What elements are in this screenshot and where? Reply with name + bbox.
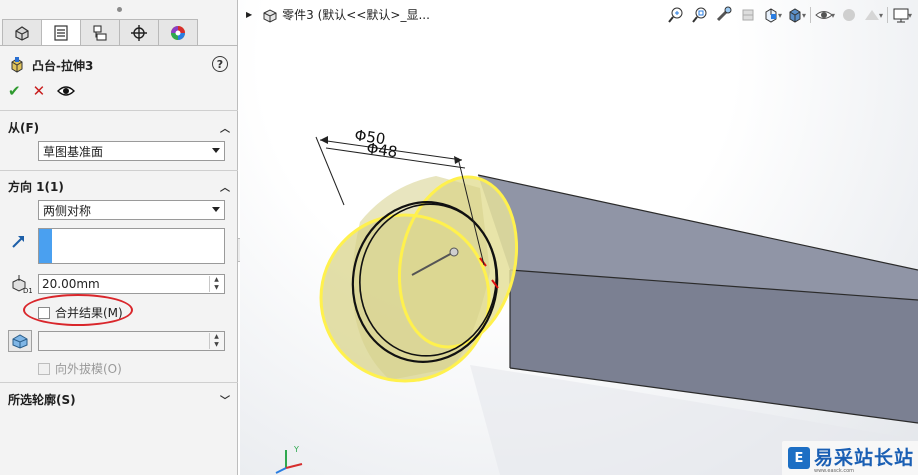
end-condition-select[interactable]: 两侧对称: [38, 200, 225, 220]
breadcrumb[interactable]: ▶ 零件3 (默认<<默认>_显...: [246, 6, 430, 23]
zoom-to-fit-icon: [668, 7, 683, 23]
draft-outward-checkbox: 向外拔模(O): [38, 360, 122, 377]
direction1-section-header[interactable]: 方向 1(1) ︿: [8, 177, 230, 195]
draft-outward-check-box: [38, 362, 50, 375]
dropdown-arrow-icon: [212, 207, 220, 212]
site-watermark: E 易采站长站 www.easck.com: [782, 441, 918, 475]
draft-angle-spinner: ▲ ▼: [209, 333, 223, 349]
from-section-title: 从(F): [8, 120, 40, 135]
ok-button[interactable]: ✔: [8, 82, 21, 100]
depth-spinner[interactable]: ▲ ▼: [209, 276, 223, 292]
configuration-manager-icon: [93, 24, 107, 41]
panel-grip[interactable]: [0, 0, 238, 18]
end-condition-value: 两侧对称: [43, 203, 92, 218]
selected-contours-title: 所选轮廓(S): [8, 392, 76, 407]
spin-up-icon[interactable]: ▲: [210, 276, 223, 284]
svg-text:Y: Y: [293, 445, 299, 454]
boss-extrude-icon: [11, 57, 23, 73]
chevron-up-icon: ︿: [220, 182, 230, 194]
help-button[interactable]: ?: [212, 56, 228, 72]
spin-down-icon[interactable]: ▼: [210, 284, 223, 292]
section-divider: [0, 382, 238, 383]
tab-dimxpert-manager[interactable]: [119, 19, 159, 45]
apply-scene-button[interactable]: ▾: [863, 5, 883, 25]
display-manager-icon: [171, 25, 185, 40]
tab-configuration-manager[interactable]: [80, 19, 120, 45]
selected-contours-section-header[interactable]: 所选轮廓(S) ﹀: [8, 390, 230, 408]
active-selection-indicator: [39, 229, 52, 263]
watermark-text: 易采站长站: [814, 447, 915, 469]
section-view-icon: [742, 9, 754, 21]
manager-tabs: [0, 19, 238, 46]
chevron-up-icon: ︿: [220, 123, 230, 135]
extrude-preview[interactable]: [319, 166, 532, 383]
toolbar-separator: [887, 7, 888, 23]
chevron-down-icon: ﹀: [220, 395, 230, 407]
heads-up-view-toolbar: ▾ ▾ ▾ ▾ ▾: [666, 4, 912, 26]
dropdown-caret-icon[interactable]: ▾: [802, 11, 806, 20]
detailed-preview-icon[interactable]: [57, 85, 76, 97]
highlight-annotation-ellipse: [23, 294, 133, 326]
part-icon: [263, 8, 277, 23]
dropdown-caret-icon[interactable]: ▾: [778, 11, 782, 20]
dropdown-caret-icon[interactable]: ▾: [831, 11, 835, 20]
start-condition-select[interactable]: 草图基准面: [38, 141, 225, 161]
watermark-logo: E: [788, 447, 810, 469]
expand-tree-icon[interactable]: ▶: [246, 10, 252, 19]
draft-outward-label: 向外拔模(O): [55, 362, 122, 376]
help-icon: ?: [216, 57, 224, 71]
spin-down-icon: ▼: [214, 341, 219, 348]
draft-angle-input: ▲ ▼: [38, 331, 225, 351]
zoom-to-fit-button[interactable]: [666, 5, 686, 25]
edit-appearance-button[interactable]: [839, 5, 859, 25]
section-divider: [0, 170, 238, 171]
dimxpert-manager-icon: [131, 24, 147, 41]
feature-title-row: 凸台-拉伸3 ?: [8, 54, 230, 76]
previous-view-icon: [716, 6, 732, 22]
model-scene[interactable]: Φ50 Φ48: [240, 0, 918, 475]
graphics-area[interactable]: Φ50 Φ48 ▶ 零件3 (默认<<默认>_显... ▾ ▾ ▾ ▾ ▾ Y …: [240, 0, 918, 475]
depth-value: 20.00mm: [42, 277, 100, 291]
draft-icon: [12, 334, 28, 349]
edit-appearance-icon: [843, 9, 855, 21]
tab-display-manager[interactable]: [158, 19, 198, 45]
watermark-url: www.easck.com: [814, 468, 855, 474]
toolbar-separator: [810, 7, 811, 23]
reverse-direction-arrow-icon[interactable]: [10, 232, 28, 250]
display-style-button[interactable]: ▾: [786, 5, 806, 25]
view-settings-button[interactable]: ▾: [892, 5, 912, 25]
dropdown-arrow-icon: [212, 148, 220, 153]
breadcrumb-part-name: 零件3 (默认<<默认>_显...: [282, 8, 430, 22]
dropdown-caret-icon[interactable]: ▾: [879, 11, 883, 20]
svg-text:D1: D1: [23, 287, 32, 294]
previous-view-button[interactable]: [714, 5, 734, 25]
tab-property-manager[interactable]: [41, 19, 81, 45]
action-buttons: ✔ ✕: [8, 82, 76, 100]
zoom-to-area-icon: [692, 7, 707, 23]
section-divider: [0, 110, 238, 111]
depth-dimension-icon: D1: [12, 275, 32, 294]
depth-input[interactable]: 20.00mm ▲ ▼: [38, 274, 225, 294]
direction1-section-title: 方向 1(1): [8, 179, 64, 194]
direction-reference-selection-box[interactable]: [38, 228, 225, 264]
cancel-button[interactable]: ✕: [33, 82, 46, 100]
dropdown-caret-icon[interactable]: ▾: [908, 11, 912, 20]
zoom-to-area-button[interactable]: [690, 5, 710, 25]
feature-manager-icon: [15, 25, 29, 41]
section-view-button[interactable]: [738, 5, 758, 25]
spin-up-icon: ▲: [214, 333, 219, 340]
property-manager-icon: [54, 24, 68, 41]
draft-on-off-button[interactable]: [8, 330, 32, 352]
view-orientation-button[interactable]: ▾: [762, 5, 782, 25]
reference-triad-icon: Y: [275, 445, 303, 474]
start-condition-value: 草图基准面: [43, 144, 104, 159]
feature-title: 凸台-拉伸3: [32, 58, 94, 73]
inner-diameter-dimension[interactable]: Φ48: [365, 139, 398, 161]
tab-feature-manager[interactable]: [2, 19, 42, 45]
hide-show-items-button[interactable]: ▾: [815, 5, 835, 25]
from-section-header[interactable]: 从(F) ︿: [8, 118, 230, 136]
property-manager-panel: 凸台-拉伸3 ? ✔ ✕ 从(F) ︿ 草图基准面 方向 1(1) ︿ 两侧对称: [0, 0, 238, 475]
